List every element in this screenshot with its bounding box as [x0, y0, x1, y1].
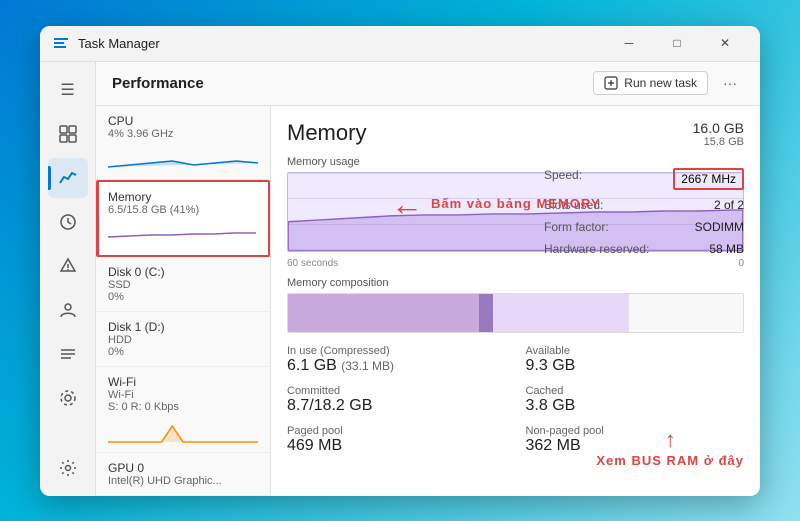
memory-total-main: 16.0 GB: [693, 120, 744, 136]
cpu-sub: 4% 3.96 GHz: [108, 128, 258, 140]
paged-value: 469 MB: [287, 437, 506, 455]
wifi-mini-chart: [108, 416, 258, 444]
cached-label: Cached: [526, 385, 745, 397]
time-start-label: 60 seconds: [287, 258, 338, 269]
available-label: Available: [526, 345, 745, 357]
device-item-cpu[interactable]: CPU 4% 3.96 GHz: [96, 106, 270, 180]
annotation-memory-text: Bấm vào bảng MEMORY: [431, 196, 600, 211]
stat-available: Available 9.3 GB: [526, 345, 745, 375]
maximize-button[interactable]: □: [654, 27, 700, 59]
window-controls: ─ □ ✕: [606, 27, 748, 59]
more-options-button[interactable]: ···: [716, 69, 744, 97]
stat-committed: Committed 8.7/18.2 GB: [287, 385, 506, 415]
device-item-memory[interactable]: Memory 6.5/15.8 GB (41%): [96, 180, 270, 257]
sidebar-users-icon[interactable]: [48, 290, 88, 330]
performance-body: CPU 4% 3.96 GHz Memory 6.5/15.8 GB (41%): [96, 106, 760, 496]
gpu0-sub: Intel(R) UHD Graphic...: [108, 475, 258, 487]
memory-title: Memory: [287, 120, 366, 146]
titlebar: Task Manager ─ □ ✕: [40, 26, 760, 62]
device-item-gpu0[interactable]: GPU 0 Intel(R) UHD Graphic...: [96, 453, 270, 496]
composition-inuse-segment: [288, 294, 479, 332]
annotation-memory-arrow: ← Bấm vào bảng MEMORY: [391, 188, 600, 220]
available-value: 9.3 GB: [526, 357, 745, 375]
device-list: CPU 4% 3.96 GHz Memory 6.5/15.8 GB (41%): [96, 106, 271, 496]
main-content: Performance Run new task ···: [96, 62, 760, 496]
composition-free-segment: [629, 294, 743, 332]
app-icon: [52, 34, 70, 52]
sidebar: ☰: [40, 62, 96, 496]
run-icon: [604, 76, 618, 90]
memory-mini-chart: [108, 219, 256, 247]
annotation-bus-text: Xem BUS RAM ở đây: [596, 453, 744, 468]
performance-header: Performance Run new task ···: [96, 62, 760, 106]
stat-inuse: In use (Compressed) 6.1 GB (33.1 MB): [287, 345, 506, 375]
sidebar-performance-icon[interactable]: [48, 158, 88, 198]
detail-panel: Memory 16.0 GB 15.8 GB Memory usage: [271, 106, 760, 496]
memory-name: Memory: [108, 190, 256, 204]
run-new-task-label: Run new task: [624, 76, 697, 90]
disk0-sub1: SSD: [108, 279, 258, 291]
inuse-value: 6.1 GB (33.1 MB): [287, 357, 506, 375]
memory-total: 16.0 GB 15.8 GB: [693, 120, 744, 148]
memory-composition-bar: [287, 293, 744, 333]
sidebar-details-icon[interactable]: [48, 334, 88, 374]
annotation-bus-ram: ↑ Xem BUS RAM ở đây: [596, 427, 744, 468]
form-factor-value: SODIMM: [695, 220, 744, 234]
disk1-name: Disk 1 (D:): [108, 320, 258, 334]
device-item-disk1[interactable]: Disk 1 (D:) HDD 0%: [96, 312, 270, 367]
close-button[interactable]: ✕: [702, 27, 748, 59]
composition-modified-segment: [479, 294, 493, 332]
task-manager-window: Task Manager ─ □ ✕ ☰: [40, 26, 760, 496]
speed-value: 2667 MHz: [681, 172, 736, 186]
detail-header: Memory 16.0 GB 15.8 GB: [287, 120, 744, 148]
cpu-mini-chart: [108, 143, 258, 171]
memory-composition-label: Memory composition: [287, 277, 744, 289]
committed-label: Committed: [287, 385, 506, 397]
inuse-compressed: (33.1 MB): [341, 359, 394, 373]
memory-sub: 6.5/15.8 GB (41%): [108, 204, 256, 216]
hw-reserved-value: 58 MB: [709, 242, 744, 256]
stat-paged: Paged pool 469 MB: [287, 425, 506, 455]
wifi-name: Wi-Fi: [108, 375, 258, 389]
memory-total-sub: 15.8 GB: [693, 136, 744, 148]
speed-label: Speed:: [544, 168, 582, 190]
device-item-disk0[interactable]: Disk 0 (C:) SSD 0%: [96, 257, 270, 312]
performance-actions: Run new task ···: [593, 69, 744, 97]
run-new-task-button[interactable]: Run new task: [593, 71, 708, 95]
slots-value: 2 of 2: [714, 198, 744, 212]
speed-value-box: 2667 MHz: [673, 168, 744, 190]
inuse-main: 6.1 GB: [287, 357, 337, 374]
stat-cached: Cached 3.8 GB: [526, 385, 745, 415]
gpu0-name: GPU 0: [108, 461, 258, 475]
sidebar-startup-icon[interactable]: [48, 246, 88, 286]
sidebar-services-icon[interactable]: [48, 378, 88, 418]
window-body: ☰: [40, 62, 760, 496]
disk0-sub2: 0%: [108, 291, 258, 303]
form-factor-label: Form factor:: [544, 220, 609, 234]
committed-value: 8.7/18.2 GB: [287, 397, 506, 415]
wifi-sub1: Wi-Fi: [108, 389, 258, 401]
stat-form-factor-row: Form factor: SODIMM: [544, 218, 744, 236]
cpu-name: CPU: [108, 114, 258, 128]
cached-value: 3.8 GB: [526, 397, 745, 415]
disk0-name: Disk 0 (C:): [108, 265, 258, 279]
composition-standby-segment: [493, 294, 630, 332]
sidebar-history-icon[interactable]: [48, 202, 88, 242]
left-arrow-icon: ←: [391, 188, 423, 220]
up-arrow-icon: ↑: [665, 427, 676, 453]
disk1-sub1: HDD: [108, 334, 258, 346]
wifi-sub2: S: 0 R: 0 Kbps: [108, 401, 258, 413]
window-title: Task Manager: [78, 36, 606, 51]
disk1-sub2: 0%: [108, 346, 258, 358]
stat-hw-reserved-row: Hardware reserved: 58 MB: [544, 240, 744, 258]
sidebar-settings-icon[interactable]: [48, 448, 88, 488]
sidebar-processes-icon[interactable]: [48, 114, 88, 154]
minimize-button[interactable]: ─: [606, 27, 652, 59]
sidebar-hamburger-icon[interactable]: ☰: [48, 70, 88, 110]
paged-label: Paged pool: [287, 425, 506, 437]
performance-title: Performance: [112, 75, 593, 92]
hw-reserved-label: Hardware reserved:: [544, 242, 649, 256]
inuse-label: In use (Compressed): [287, 345, 506, 357]
device-item-wifi[interactable]: Wi-Fi Wi-Fi S: 0 R: 0 Kbps: [96, 367, 270, 453]
